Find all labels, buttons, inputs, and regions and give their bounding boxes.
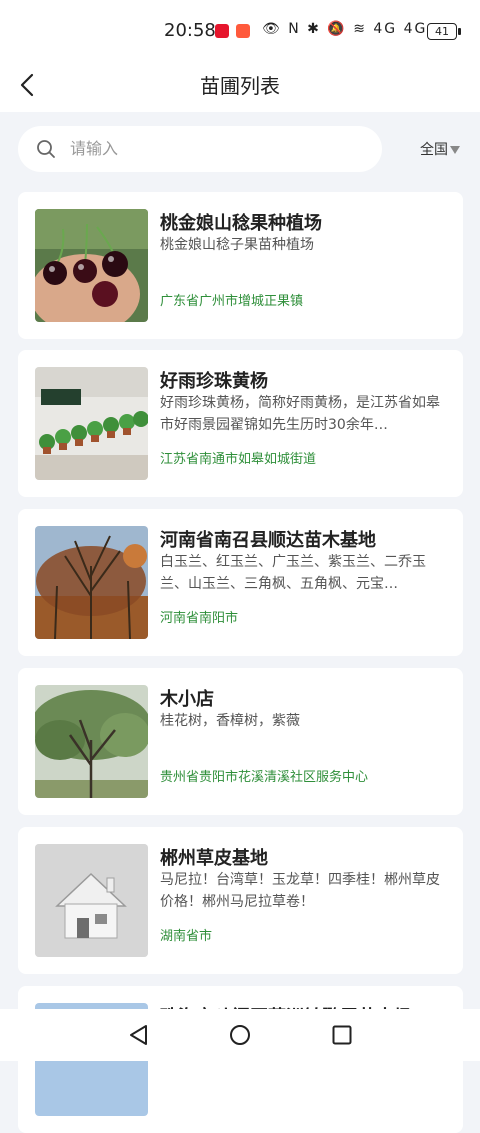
nursery-name: 桃金娘山稔果种植场	[160, 213, 322, 234]
dropdown-triangle-icon	[450, 146, 460, 154]
system-nav-bar	[0, 1009, 480, 1061]
nursery-card[interactable]: 木小店 桂花树，香樟树，紫薇 贵州省贵阳市花溪清溪社区服务中心	[18, 668, 463, 815]
home-circle-icon[interactable]	[228, 1023, 252, 1047]
notification-app-icon	[236, 24, 250, 38]
nursery-thumbnail	[35, 367, 148, 480]
nursery-description: 桂花树，香樟树，紫薇	[160, 713, 300, 729]
nursery-name: 好雨珍珠黄杨	[160, 371, 268, 392]
search-input[interactable]	[68, 138, 372, 159]
nursery-name: 河南省南召县顺达苗木基地	[160, 530, 376, 551]
status-bar: 20:58 👁 N ✱ 🔕 ≋ 4G 4G 41	[0, 0, 480, 60]
nursery-description: 马尼拉！台湾草！玉龙草！四季桂！郴州草皮价格！郴州马尼拉草卷！	[160, 872, 440, 910]
search-icon	[37, 140, 55, 158]
nursery-description: 好雨珍珠黄杨，简称好雨黄杨，是江苏省如皋市好雨景园翟锦如先生历时30余年…	[160, 395, 440, 433]
nursery-thumbnail	[35, 526, 148, 639]
search-bar	[18, 126, 382, 172]
nursery-thumbnail	[35, 209, 148, 322]
page-title: 苗圃列表	[200, 74, 280, 98]
battery-icon: 41	[427, 23, 461, 40]
status-icons: 👁 N ✱ 🔕 ≋ 4G 4G	[262, 21, 428, 37]
region-label: 全国	[420, 142, 448, 158]
nursery-description: 桃金娘山稔子果苗种植场	[160, 237, 314, 253]
nursery-card[interactable]: 河南省南召县顺达苗木基地 白玉兰、红玉兰、广玉兰、紫玉兰、二乔玉兰、山玉兰、三角…	[18, 509, 463, 656]
back-triangle-icon[interactable]	[127, 1023, 151, 1047]
nursery-location: 河南省南阳市	[160, 611, 239, 626]
nursery-location: 广东省广州市增城正果镇	[160, 294, 304, 309]
nursery-thumbnail	[35, 685, 148, 798]
app-header: 苗圃列表	[0, 60, 480, 112]
nursery-location: 湖南省市	[160, 929, 213, 944]
nursery-card[interactable]: 桃金娘山稔果种植场 桃金娘山稔子果苗种植场 广东省广州市增城正果镇	[18, 192, 463, 339]
nursery-thumbnail	[35, 844, 148, 957]
region-selector[interactable]: 全国	[420, 139, 460, 159]
weibo-icon	[215, 24, 229, 38]
nursery-card[interactable]: 郴州草皮基地 马尼拉！台湾草！玉龙草！四季桂！郴州草皮价格！郴州马尼拉草卷！ 湖…	[18, 827, 463, 974]
nursery-name: 木小店	[160, 689, 214, 710]
house-placeholder-icon	[35, 844, 148, 957]
status-time: 20:58	[164, 20, 216, 41]
nursery-location: 贵州省贵阳市花溪清溪社区服务中心	[160, 770, 369, 785]
recents-square-icon[interactable]	[330, 1023, 354, 1047]
nursery-description: 白玉兰、红玉兰、广玉兰、紫玉兰、二乔玉兰、山玉兰、三角枫、五角枫、元宝…	[160, 554, 426, 592]
nursery-card[interactable]: 好雨珍珠黄杨 好雨珍珠黄杨，简称好雨黄杨，是江苏省如皋市好雨景园翟锦如先生历时3…	[18, 350, 463, 497]
nursery-name: 郴州草皮基地	[160, 848, 268, 869]
nursery-location: 江苏省南通市如皋如城街道	[160, 452, 317, 467]
